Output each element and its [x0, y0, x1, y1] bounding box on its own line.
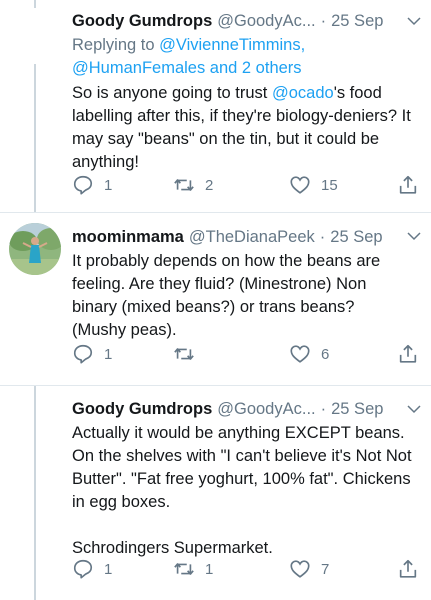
chevron-down-icon[interactable] [405, 12, 423, 30]
like-button[interactable]: 7 [289, 557, 329, 581]
tweet-time[interactable]: 25 Sep [330, 226, 382, 248]
like-count: 15 [321, 176, 338, 194]
share-icon [399, 175, 417, 194]
retweet-icon [174, 563, 194, 575]
separator-dot: · [320, 400, 327, 418]
thread-line [34, 64, 36, 212]
author-handle[interactable]: @GoodyAc... [217, 10, 315, 32]
share-button[interactable] [397, 557, 419, 581]
share-icon [399, 344, 417, 363]
author-name[interactable]: Goody Gumdrops [72, 398, 212, 420]
thread-line [34, 386, 36, 600]
share-icon [399, 559, 417, 578]
mention-link[interactable]: @VivienneTimmins [159, 36, 300, 54]
reply-button[interactable]: 1 [72, 557, 112, 581]
tweet-text: It probably depends on how the beans are… [72, 252, 385, 339]
like-count: 7 [321, 560, 330, 578]
like-button[interactable]: 6 [289, 342, 329, 366]
heart-icon [290, 176, 310, 194]
retweet-icon [174, 179, 194, 191]
heart-icon [290, 345, 310, 363]
author-handle[interactable]: @GoodyAc... [217, 398, 315, 420]
mention-link[interactable]: @ocado [272, 84, 334, 102]
author-handle[interactable]: @TheDianaPeek [189, 226, 315, 248]
tweet-header: moominmama @TheDianaPeek · 25 Sep [72, 226, 421, 248]
author-name[interactable]: moominmama [72, 226, 184, 248]
reply-count: 1 [104, 560, 113, 578]
separator-dot: · [320, 12, 327, 30]
replying-prefix: Replying to [72, 36, 160, 54]
tweet-text-part: So is anyone going to trust [72, 84, 272, 102]
tweet-text: Actually it would be anything EXCEPT bea… [72, 424, 412, 557]
reply-count: 1 [104, 345, 113, 363]
tweet-time[interactable]: 25 Sep [331, 398, 383, 420]
retweet-button[interactable]: 2 [173, 173, 213, 197]
tweet-3[interactable]: Goody Gumdrops @GoodyAc... · 25 Sep Actu… [0, 386, 431, 600]
reply-button[interactable]: 1 [72, 173, 112, 197]
retweet-count: 2 [205, 176, 214, 194]
retweet-icon [174, 348, 194, 360]
replying-to: Replying to @VivienneTimmins, @HumanFemal… [72, 34, 421, 80]
tweet-text: So is anyone going to trust @ocado's foo… [72, 82, 418, 174]
reply-icon [73, 344, 93, 364]
separator-dot: · [319, 228, 326, 246]
reply-button[interactable]: 1 [72, 342, 112, 366]
retweet-count: 1 [205, 560, 214, 578]
others-link[interactable]: and 2 others [205, 59, 302, 77]
tweet-header: Goody Gumdrops @GoodyAc... · 25 Sep [72, 398, 421, 420]
retweet-button[interactable]: 1 [173, 557, 213, 581]
mention-link[interactable]: @HumanFemales [72, 59, 205, 77]
share-button[interactable] [397, 173, 419, 197]
tweet-2[interactable]: moominmama @TheDianaPeek · 25 Sep It pro… [0, 213, 431, 385]
chevron-down-icon[interactable] [405, 227, 423, 245]
author-name[interactable]: Goody Gumdrops [72, 10, 212, 32]
reply-count: 1 [104, 176, 113, 194]
avatar-image [9, 223, 61, 275]
reply-icon [73, 175, 93, 195]
tweet-header: Goody Gumdrops @GoodyAc... · 25 Sep [72, 10, 421, 32]
chevron-down-icon[interactable] [405, 400, 423, 418]
like-count: 6 [321, 345, 330, 363]
retweet-button[interactable] [173, 342, 205, 366]
like-button[interactable]: 15 [289, 173, 338, 197]
reply-icon [73, 559, 93, 579]
share-button[interactable] [397, 342, 419, 366]
heart-icon [290, 560, 310, 578]
avatar[interactable] [9, 223, 61, 275]
tweet-1[interactable]: Goody Gumdrops @GoodyAc... · 25 Sep Repl… [0, 0, 431, 212]
tweet-time[interactable]: 25 Sep [331, 10, 383, 32]
mention-comma: , [300, 36, 306, 54]
